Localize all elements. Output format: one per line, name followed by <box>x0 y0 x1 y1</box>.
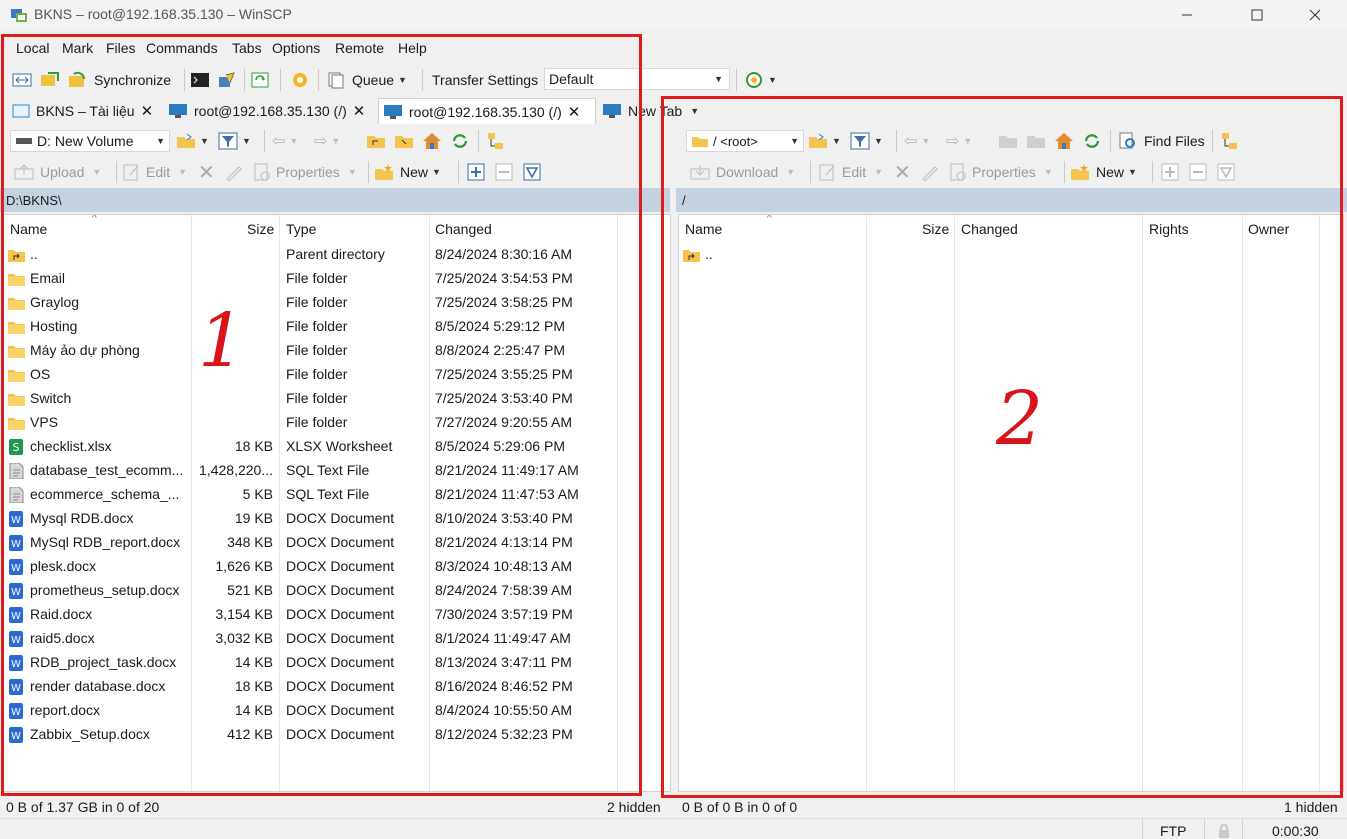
annotation-label-2: 2 <box>996 376 1044 462</box>
protocol-indicator: FTP <box>1160 823 1187 839</box>
status-bar: FTP 0:00:30 <box>0 818 1347 839</box>
transfer-settings-icon <box>746 72 762 88</box>
close-button[interactable] <box>1292 0 1338 30</box>
local-hidden-count[interactable]: 2 hidden <box>607 799 661 815</box>
status-divider <box>1204 819 1205 839</box>
status-divider <box>1242 819 1243 839</box>
lock-icon <box>1219 824 1229 838</box>
title-bar: BKNS – root@192.168.35.130 – WinSCP <box>0 0 1347 30</box>
remote-hidden-count[interactable]: 1 hidden <box>1284 799 1338 815</box>
local-status: 0 B of 1.37 GB in 0 of 20 <box>6 799 160 815</box>
remote-status: 0 B of 0 B in 0 of 0 <box>682 799 798 815</box>
toolbar-separator <box>736 69 737 91</box>
window-title: BKNS – root@192.168.35.130 – WinSCP <box>34 6 292 22</box>
session-timer: 0:00:30 <box>1272 823 1319 839</box>
annotation-box-local <box>1 34 642 796</box>
minimize-button[interactable] <box>1164 0 1210 30</box>
maximize-icon <box>1251 9 1263 21</box>
maximize-button[interactable] <box>1234 0 1280 30</box>
minimize-icon <box>1182 14 1192 16</box>
status-divider <box>1142 819 1143 839</box>
annotation-label-1: 1 <box>198 298 246 384</box>
winscp-app-icon <box>11 9 27 22</box>
chevron-down-icon: ▼ <box>714 74 723 84</box>
transfer-options-button[interactable]: ▼ <box>744 68 777 92</box>
chevron-down-icon: ▼ <box>768 75 777 85</box>
close-icon <box>1309 9 1321 21</box>
